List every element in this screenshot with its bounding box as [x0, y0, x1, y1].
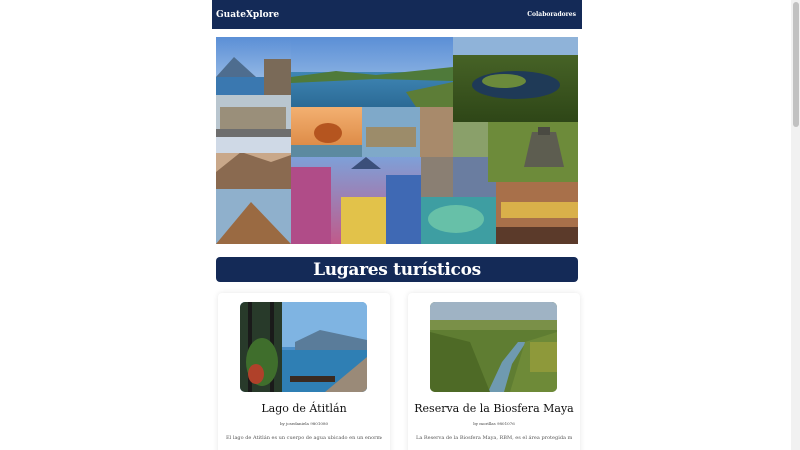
card-title: Reserva de la Biosfera Maya [414, 402, 574, 415]
navbar: GuateXplore Colaboradores [212, 0, 582, 29]
card-meta: by morillas 9801076 [473, 421, 515, 426]
hero-collage [216, 37, 578, 244]
card-title: Lago de Átitlán [261, 402, 347, 415]
hero-collage-image [216, 37, 578, 244]
place-card-biosfera-maya[interactable]: Reserva de la Biosfera Maya by morillas … [408, 293, 580, 450]
scrollbar[interactable] [791, 0, 800, 450]
page-container: GuateXplore Colaboradores Lugares turíst… [212, 0, 582, 450]
nav-link-colaboradores[interactable]: Colaboradores [527, 11, 576, 18]
card-description: La Reserva de la Biosfera Maya, RBM, es … [416, 435, 572, 441]
scrollbar-thumb[interactable] [793, 2, 799, 127]
place-card-atitlan[interactable]: Lago de Átitlán by josedaniela 9801080 E… [218, 293, 390, 450]
section-banner: Lugares turísticos [216, 257, 578, 282]
brand-logo[interactable]: GuateXplore [216, 10, 279, 20]
section-title: Lugares turísticos [313, 259, 481, 280]
card-meta: by josedaniela 9801080 [279, 421, 329, 426]
card-image-biosfera-maya [430, 302, 557, 392]
card-description: El lago de Atitlán es un cuerpo de agua … [226, 435, 382, 441]
card-image-atitlan [240, 302, 367, 392]
